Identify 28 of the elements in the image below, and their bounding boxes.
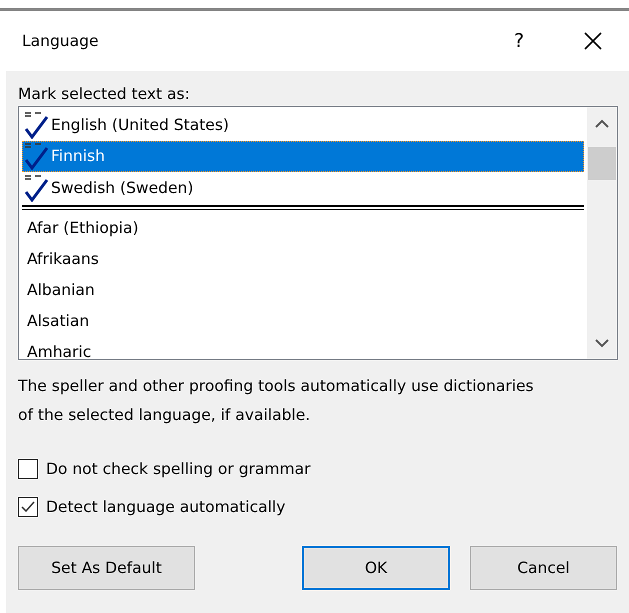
- language-item[interactable]: Albanian: [22, 274, 584, 306]
- language-item[interactable]: Amharic: [22, 336, 584, 368]
- checkbox[interactable]: [18, 459, 38, 479]
- dialog-title: Language: [22, 32, 100, 50]
- language-item[interactable]: Swedish (Sweden): [22, 172, 584, 204]
- language-item[interactable]: Afar (Ethiopia): [22, 212, 584, 244]
- checkbox-label[interactable]: Detect language automatically: [46, 498, 286, 516]
- spellcheck-icon: [23, 174, 51, 202]
- checkmark-icon: [20, 499, 36, 515]
- scroll-down-icon[interactable]: [595, 338, 609, 348]
- help-button[interactable]: ?: [499, 30, 539, 52]
- scroll-up-icon[interactable]: [595, 118, 609, 128]
- scrollbar[interactable]: [587, 107, 617, 359]
- dialog-button[interactable]: OK: [302, 546, 450, 590]
- dialog-button[interactable]: Cancel: [470, 546, 617, 590]
- spellcheck-icon: [23, 142, 51, 170]
- language-item[interactable]: Afrikaans: [22, 244, 584, 274]
- language-item[interactable]: English (United States): [22, 109, 584, 140]
- scrollbar-thumb[interactable]: [588, 147, 616, 180]
- list-label: Mark selected text as:: [18, 85, 191, 103]
- language-item[interactable]: Finnish: [22, 140, 584, 172]
- language-item[interactable]: Alsatian: [22, 306, 584, 336]
- checkbox[interactable]: [18, 497, 38, 517]
- spellcheck-icon: [23, 110, 51, 139]
- close-icon[interactable]: [583, 31, 603, 51]
- description-text: The speller and other proofing tools automatically use dictionaries of the selected language, if available.: [18, 376, 535, 426]
- dialog-button[interactable]: Set As Default: [18, 546, 195, 590]
- checkbox-label[interactable]: Do not check spelling or grammar: [46, 460, 310, 478]
